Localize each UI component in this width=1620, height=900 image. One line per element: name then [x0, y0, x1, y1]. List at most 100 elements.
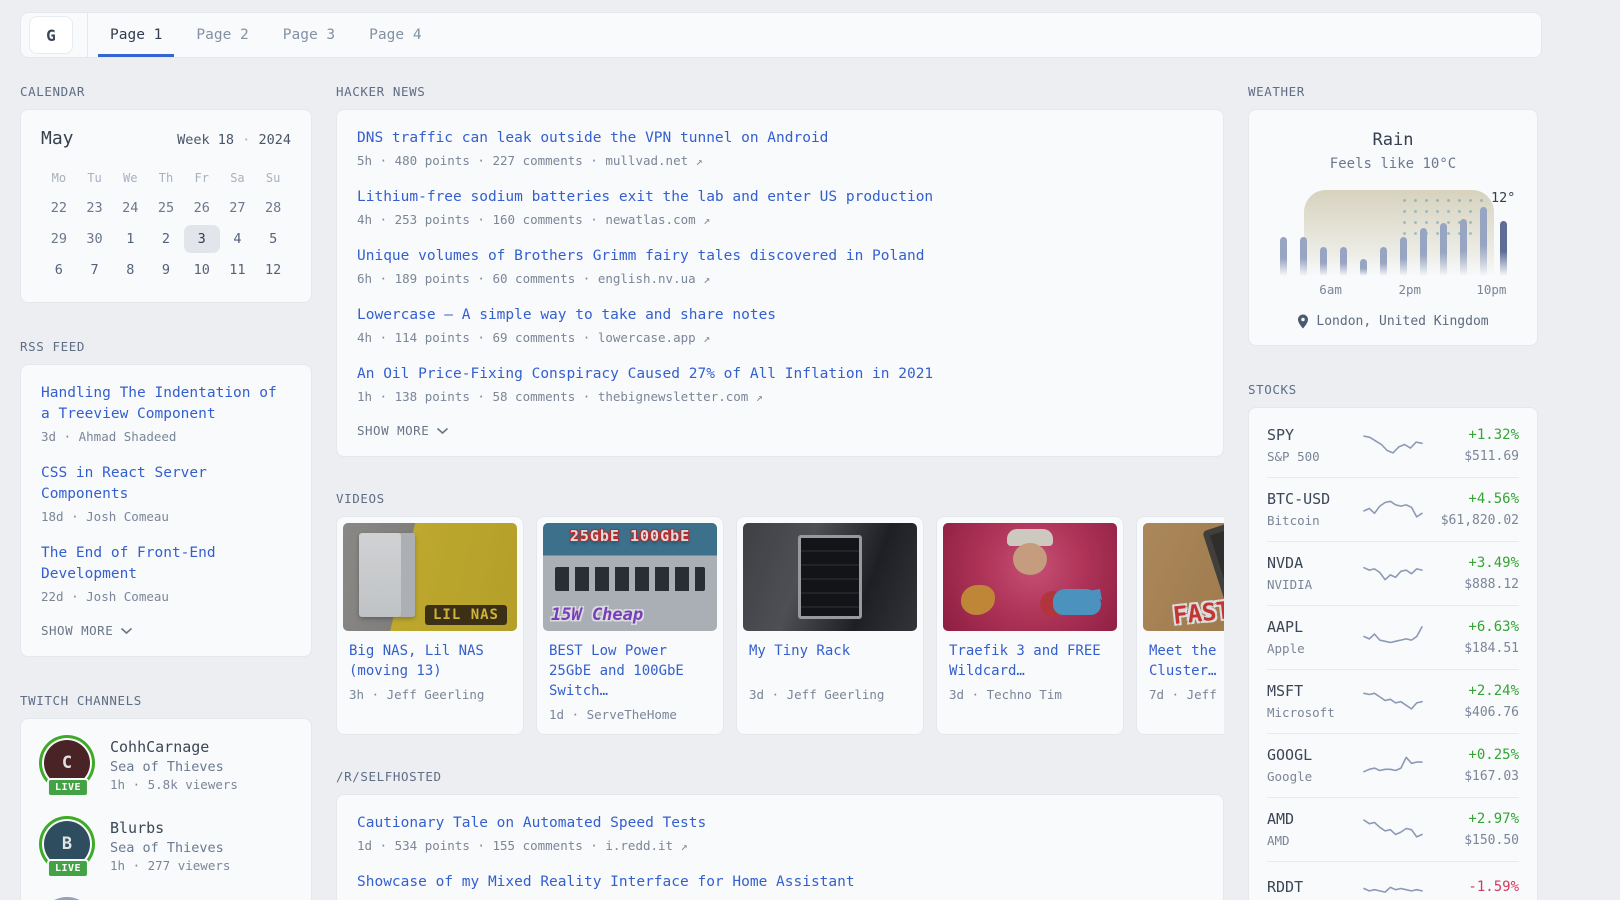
stock-row[interactable]: AAPLApple+6.63%$184.51: [1267, 605, 1519, 669]
live-badge: LIVE: [47, 778, 89, 797]
thumbnail-dim-overlay: [943, 523, 1117, 631]
video-thumbnail[interactable]: [743, 523, 917, 631]
rss-item-title[interactable]: CSS in React Server Components: [41, 463, 291, 505]
video-thumbnail[interactable]: [943, 523, 1117, 631]
hn-item-title[interactable]: Unique volumes of Brothers Grimm fairy t…: [357, 246, 1203, 267]
video-meta: 3h · Jeff Geerling: [349, 687, 511, 702]
video-card: LIL NAS Big NAS, Lil NAS (moving 13) 3h …: [336, 516, 524, 735]
weather-bar-slot: [1433, 190, 1453, 276]
rss-item-title[interactable]: The End of Front-End Development: [41, 543, 291, 585]
rss-item-title[interactable]: Handling The Indentation of a Treeview C…: [41, 383, 291, 425]
stock-row[interactable]: NVDANVIDIA+3.49%$888.12: [1267, 541, 1519, 605]
calendar-weekday: Th: [148, 165, 184, 191]
app-logo[interactable]: G: [29, 16, 73, 54]
video-title[interactable]: Traefik 3 and FREE Wildcard…: [949, 641, 1111, 681]
calendar-month: May: [41, 128, 74, 149]
videos-section: VIDEOS LIL NAS Big NAS, Lil NAS (moving …: [336, 491, 1224, 735]
stock-name: Bitcoin: [1267, 513, 1361, 528]
weather-bar: [1420, 228, 1427, 276]
twitch-channel-row[interactable]: C LIVE CohhCarnage Sea of Thieves 1h · 5…: [41, 737, 291, 796]
video-thumbnail[interactable]: LIL NAS: [343, 523, 517, 631]
hn-item-title[interactable]: An Oil Price-Fixing Conspiracy Caused 27…: [357, 364, 1203, 385]
video-thumbnail[interactable]: 25GbE 100GbE 15W Cheap: [543, 523, 717, 631]
section-label-weather: WEATHER: [1248, 84, 1538, 99]
reddit-item-title[interactable]: Cautionary Tale on Automated Speed Tests: [357, 813, 1203, 834]
tab-page-1[interactable]: Page 1: [98, 13, 174, 57]
stocks-list: SPYS&P 500+1.32%$511.69BTC-USDBitcoin+4.…: [1267, 414, 1519, 900]
stock-row[interactable]: GOOGLGoogle+0.25%$167.03: [1267, 733, 1519, 797]
rss-show-more-button[interactable]: SHOW MORE: [41, 623, 291, 638]
stock-info: BTC-USDBitcoin: [1267, 490, 1361, 528]
calendar-day: 8: [112, 256, 148, 284]
section-label-hackernews: HACKER NEWS: [336, 84, 1224, 99]
weather-bar: [1480, 207, 1487, 276]
left-column: CALENDAR May Week 18 · 2024 MoTuWeThFrSa…: [20, 84, 312, 900]
thumbnail-dim-overlay: [1143, 523, 1224, 631]
weather-location: London, United Kingdom: [1269, 314, 1517, 329]
hackernews-widget: DNS traffic can leak outside the VPN tun…: [336, 109, 1224, 457]
stock-name: Apple: [1267, 641, 1361, 656]
hn-item-title[interactable]: DNS traffic can leak outside the VPN tun…: [357, 128, 1203, 149]
twitch-channel-row[interactable]: B LIVE Blurbs Sea of Thieves 1h · 277 vi…: [41, 818, 291, 877]
reddit-item-title[interactable]: Showcase of my Mixed Reality Interface f…: [357, 872, 1203, 893]
video-title[interactable]: My Tiny Rack: [749, 641, 911, 681]
external-link-icon: ↗: [681, 839, 688, 853]
chevron-down-icon: [436, 427, 449, 435]
calendar-day: 10: [184, 256, 220, 284]
calendar-weekday: Tu: [77, 165, 113, 191]
time-label: 6am: [1319, 282, 1342, 297]
video-title[interactable]: Meet the new Linux Cluster…: [1149, 641, 1224, 681]
stock-row[interactable]: BTC-USDBitcoin+4.56%$61,820.02: [1267, 477, 1519, 541]
video-title[interactable]: BEST Low Power 25GbE and 100GbE Switch…: [549, 641, 711, 701]
show-more-label: SHOW MORE: [357, 423, 429, 438]
stock-change: +0.25%: [1425, 746, 1519, 765]
rss-item-meta: 18d · Josh Comeau: [41, 509, 291, 524]
location-pin-icon: [1297, 314, 1309, 329]
video-thumbnail[interactable]: FAST: [1143, 523, 1224, 631]
weather-bar: [1440, 223, 1447, 276]
stock-price: $167.03: [1425, 769, 1519, 784]
video-title[interactable]: Big NAS, Lil NAS (moving 13): [349, 641, 511, 681]
stock-name: Google: [1267, 769, 1361, 784]
hn-item-meta: 4h · 114 points · 69 comments · lowercas…: [357, 330, 1203, 345]
stocks-widget: SPYS&P 500+1.32%$511.69BTC-USDBitcoin+4.…: [1248, 407, 1538, 900]
stock-info: AAPLApple: [1267, 618, 1361, 656]
rss-item: The End of Front-End Development 22d · J…: [41, 543, 291, 604]
calendar-day: 30: [77, 225, 113, 253]
hn-item-title[interactable]: Lithium-free sodium batteries exit the l…: [357, 187, 1203, 208]
weather-bar-slot: [1473, 190, 1493, 276]
stock-values: +1.32%$511.69: [1425, 426, 1519, 464]
stock-row[interactable]: MSFTMicrosoft+2.24%$406.76: [1267, 669, 1519, 733]
hn-item-title[interactable]: Lowercase – A simple way to take and sha…: [357, 305, 1203, 326]
hn-show-more-button[interactable]: SHOW MORE: [357, 423, 1203, 438]
right-column: WEATHER Rain Feels like 10°C 12° 6am 2pm…: [1248, 84, 1538, 900]
tab-page-2[interactable]: Page 2: [184, 13, 260, 57]
hackernews-section: HACKER NEWS DNS traffic can leak outside…: [336, 84, 1224, 457]
weather-section: WEATHER Rain Feels like 10°C 12° 6am 2pm…: [1248, 84, 1538, 346]
hn-item-meta: 6h · 189 points · 60 comments · english.…: [357, 271, 1203, 286]
stock-row[interactable]: RDDT-1.59%: [1267, 861, 1519, 900]
stock-row[interactable]: SPYS&P 500+1.32%$511.69: [1267, 414, 1519, 477]
external-link-icon: ↗: [696, 154, 703, 168]
current-temperature: 12°: [1491, 190, 1515, 206]
tab-page-3[interactable]: Page 3: [271, 13, 347, 57]
stock-row[interactable]: AMDAMD+2.97%$150.50: [1267, 797, 1519, 861]
hn-meta-text: 1h · 138 points · 58 comments · thebigne…: [357, 389, 748, 404]
avatar-initial: C: [62, 753, 72, 773]
avatar-initial: B: [62, 834, 72, 854]
calendar-day-selected: 3: [184, 225, 220, 253]
stock-values: +3.49%$888.12: [1425, 554, 1519, 592]
stock-name: Microsoft: [1267, 705, 1361, 720]
thumbnail-dim-overlay: [343, 523, 517, 631]
weather-bar: [1300, 237, 1307, 276]
stock-change: +6.63%: [1425, 618, 1519, 637]
tab-page-4[interactable]: Page 4: [357, 13, 433, 57]
weather-bar: [1340, 247, 1347, 276]
stock-sparkline: [1361, 494, 1425, 524]
section-label-rss: RSS FEED: [20, 339, 312, 354]
time-label: 2pm: [1399, 282, 1422, 297]
stock-change: +2.24%: [1425, 682, 1519, 701]
reddit-item-meta: 1d · 534 points · 155 comments · i.redd.…: [357, 838, 1203, 853]
video-card: FAST Meet the new Linux Cluster… 7d · Je…: [1136, 516, 1224, 735]
stock-sparkline: [1361, 686, 1425, 716]
